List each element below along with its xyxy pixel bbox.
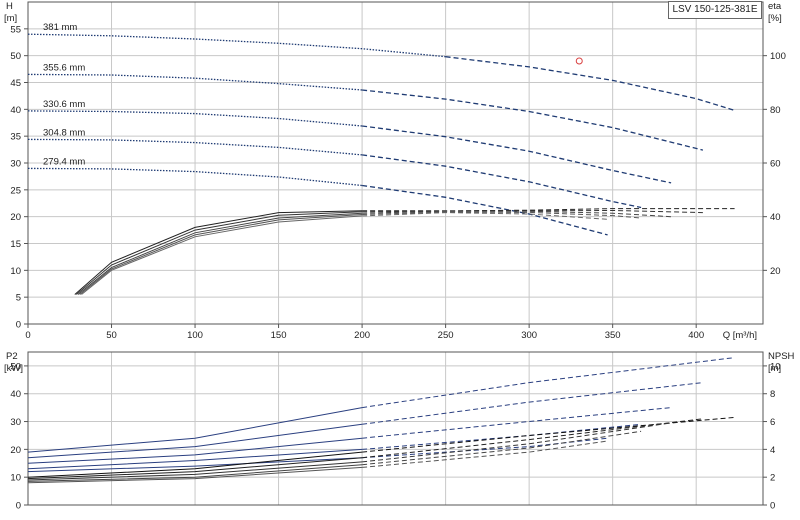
bottom-left-tick-label: 10 — [10, 473, 21, 484]
bottom-series-p2-1-line-dashed — [362, 382, 703, 425]
curve-label-381-mm: 381 mm — [43, 22, 77, 33]
top-left-tick-label: 40 — [10, 105, 21, 116]
x-tick-label: 150 — [271, 330, 287, 341]
bottom-left-axis-label: P2 — [6, 351, 18, 362]
curve-label-279-4-mm: 279.4 mm — [43, 156, 85, 167]
top-series-eta-6-line — [76, 211, 363, 295]
x-tick-label: 50 — [106, 330, 117, 341]
top-left-tick-label: 0 — [16, 320, 21, 331]
top-series-head-2-line-dashed — [362, 125, 672, 184]
curve-label-330-6-mm: 330.6 mm — [43, 99, 85, 110]
top-series-head-0-line — [27, 33, 446, 58]
top-right-tick-label: 80 — [770, 105, 781, 116]
bottom-plot-frame — [27, 351, 764, 506]
bottom-series-p2-3-line-dashed — [362, 423, 642, 450]
bottom-series-npsh-5-line-dashed — [362, 416, 735, 453]
x-tick-label: 100 — [187, 330, 203, 341]
bottom-right-tick-label: 0 — [770, 501, 775, 512]
x-tick-label: 300 — [521, 330, 537, 341]
x-tick-label: 250 — [438, 330, 454, 341]
top-right-tick-label: 20 — [770, 266, 781, 277]
bottom-left-axis-unit: [kW] — [4, 363, 23, 374]
top-left-tick-label: 30 — [10, 159, 21, 170]
top-left-tick-label: 20 — [10, 212, 21, 223]
top-left-axis-unit: [m] — [4, 13, 17, 24]
top-right-axis-label: eta — [768, 1, 782, 12]
bottom-series-npsh-7-line-dashed — [362, 422, 672, 463]
curve-label-304-8-mm: 304.8 mm — [43, 127, 85, 138]
model-label: LSV 150-125-381E — [668, 1, 762, 19]
top-right-axis-unit: [%] — [768, 13, 782, 24]
top-left-tick-label: 45 — [10, 78, 21, 89]
pump-performance-chart: 051015202530354045505520406080100H[m]eta… — [4, 1, 795, 512]
x-tick-label: 400 — [688, 330, 704, 341]
bottom-right-axis-unit: [m] — [768, 363, 781, 374]
bottom-right-tick-label: 2 — [770, 473, 775, 484]
top-series-eta-5-line — [74, 210, 363, 295]
curve-label-355-6-mm: 355.6 mm — [43, 62, 85, 73]
bottom-left-tick-label: 40 — [10, 389, 21, 400]
bottom-series-p2-4-line-dashed — [362, 437, 608, 459]
top-left-tick-label: 35 — [10, 132, 21, 143]
bottom-right-axis-label: NPSH — [768, 351, 795, 362]
top-left-tick-label: 25 — [10, 185, 21, 196]
bottom-right-tick-label: 8 — [770, 389, 775, 400]
top-left-tick-label: 15 — [10, 239, 21, 250]
top-left-tick-label: 10 — [10, 266, 21, 277]
top-right-tick-label: 100 — [770, 51, 786, 62]
top-right-tick-label: 60 — [770, 159, 781, 170]
top-right-tick-label: 40 — [770, 212, 781, 223]
top-left-tick-label: 55 — [10, 24, 21, 35]
bottom-right-tick-label: 6 — [770, 417, 775, 428]
top-left-tick-label: 5 — [16, 293, 21, 304]
bottom-right-tick-label: 4 — [770, 445, 775, 456]
bottom-left-tick-label: 0 — [16, 501, 21, 512]
top-series-eta-8-line — [79, 214, 363, 295]
x-axis-label: Q [m³/h] — [723, 330, 757, 341]
top-series-head-1-line-dashed — [362, 89, 704, 151]
x-tick-label: 200 — [354, 330, 370, 341]
bottom-left-tick-label: 20 — [10, 445, 21, 456]
x-tick-label: 350 — [605, 330, 621, 341]
top-left-axis-label: H — [6, 1, 13, 12]
top-series-head-0-line-dashed — [445, 56, 735, 112]
duty-point-marker — [575, 57, 583, 65]
x-tick-label: 0 — [25, 330, 30, 341]
bottom-left-tick-label: 30 — [10, 417, 21, 428]
top-left-tick-label: 50 — [10, 51, 21, 62]
